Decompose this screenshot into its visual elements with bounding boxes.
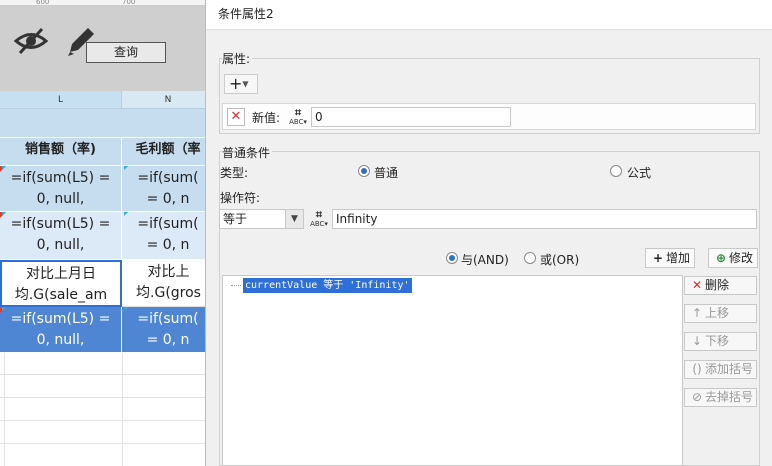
cell-text: =if(sum(L5) = 0, null,	[10, 170, 111, 207]
plus-icon: +	[229, 74, 243, 93]
spreadsheet-background: 600 700 查询 L N 销售额（率) 毛利额（率 =if(sum(L5) …	[0, 0, 215, 466]
column-header-n[interactable]: N	[122, 91, 215, 109]
move-up-label: 上移	[705, 306, 730, 320]
cell-selected[interactable]: 对比上月日 均.G(sale_am	[0, 260, 122, 307]
attribute-label: 属性:	[222, 50, 253, 67]
query-button[interactable]: 查询	[86, 42, 166, 63]
chevron-down-icon: ▼	[285, 210, 303, 228]
edit-icon: ⊕	[715, 251, 727, 265]
new-value-label: 新值:	[252, 111, 281, 125]
new-value-row: ✕ 新值: ⌗ ABC▾ 0	[222, 103, 756, 130]
move-down-button[interactable]: ↓ 下移	[684, 332, 757, 351]
delete-label: 删除	[705, 278, 730, 292]
type-formula-radio[interactable]	[610, 165, 622, 177]
add-bracket-button[interactable]: () 添加括号	[684, 360, 757, 379]
cell-header-sales[interactable]: 销售额（率)	[0, 138, 122, 166]
operator-value: 等于	[223, 212, 248, 226]
plus-icon: +	[652, 251, 664, 265]
remove-bracket-icon: ⊘	[691, 390, 703, 404]
cell-formula[interactable]: =if(sum(L5) = 0, null,	[0, 307, 122, 353]
add-label: 增加	[666, 251, 691, 265]
remove-attribute-icon[interactable]: ✕	[227, 108, 245, 126]
dialog-title: 条件属性2	[206, 0, 772, 30]
grid-row[interactable]	[0, 399, 215, 421]
grid-row[interactable]	[0, 422, 215, 444]
eye-hidden-icon[interactable]	[14, 26, 48, 56]
cell-formula[interactable]: =if(sum( = 0, n	[122, 166, 215, 212]
cell-text: 对比上 均.G(gros	[136, 264, 201, 301]
add-condition-button[interactable]: + 增加	[645, 248, 695, 268]
cell-text: =if(sum( = 0, n	[137, 216, 199, 253]
cell-text: =if(sum(L5) = 0, null,	[10, 216, 111, 253]
screen: { "sheet": { "ruler_marks": ["600", "700…	[0, 0, 772, 466]
normal-condition-label: 普通条件	[222, 144, 273, 161]
remove-bracket-label: 去掉括号	[705, 390, 754, 404]
logic-and-label: 与(AND)	[461, 253, 509, 267]
cell-formula[interactable]: 对比上 均.G(gros	[122, 260, 215, 307]
type-normal-radio[interactable]	[358, 165, 370, 177]
formula-edit-icon[interactable]: ⌗ ABC▾	[287, 107, 309, 127]
modify-label: 修改	[729, 251, 754, 265]
cell-formula[interactable]: =if(sum( = 0, n	[122, 212, 215, 260]
operator-select[interactable]: 等于 ▼	[219, 209, 304, 229]
column-header-l[interactable]: L	[0, 91, 122, 109]
grid-row[interactable]	[0, 353, 215, 375]
type-formula-label: 公式	[627, 166, 652, 180]
add-attribute-button[interactable]: +▼	[224, 74, 258, 94]
grid-row[interactable]	[0, 376, 215, 398]
add-bracket-label: 添加括号	[705, 362, 754, 376]
remove-bracket-button[interactable]: ⊘ 去掉括号	[684, 388, 757, 407]
arrow-down-icon: ↓	[691, 334, 703, 348]
cell-text: 对比上月日 均.G(sale_am	[14, 266, 108, 303]
arrow-up-icon: ↑	[691, 306, 703, 320]
delete-button[interactable]: ✕ 删除	[684, 276, 757, 295]
report-toolbar: 查询	[0, 6, 215, 91]
modify-condition-button[interactable]: ⊕ 修改	[708, 248, 758, 268]
move-down-label: 下移	[705, 334, 730, 348]
logic-and-radio[interactable]	[446, 252, 458, 264]
cell-formula[interactable]: =if(sum(L5) = 0, null,	[0, 166, 122, 212]
logic-or-label: 或(OR)	[540, 253, 580, 267]
condition-item[interactable]: currentValue 等于 'Infinity'	[243, 278, 412, 293]
cell-formula[interactable]: =if(sum(L5) = 0, null,	[0, 212, 122, 260]
dropdown-arrow-icon: ▼	[242, 79, 249, 89]
cell-header-margin[interactable]: 毛利额（率	[122, 138, 215, 166]
new-value-input[interactable]: 0	[311, 107, 511, 127]
condition-tree[interactable]: currentValue 等于 'Infinity'	[222, 275, 683, 466]
grid-line	[122, 353, 123, 466]
cell-text: =if(sum( = 0, n	[137, 311, 199, 348]
header-band	[0, 109, 215, 138]
logic-or-radio[interactable]	[524, 252, 536, 264]
close-icon: ✕	[691, 278, 703, 292]
cell-text: =if(sum(L5) = 0, null,	[10, 311, 111, 348]
type-normal-label: 普通	[374, 166, 399, 180]
type-label: 类型:	[220, 166, 249, 180]
bracket-icon: ()	[692, 362, 702, 376]
move-up-button[interactable]: ↑ 上移	[684, 304, 757, 323]
formula-edit-icon[interactable]: ⌗ ABC▾	[308, 209, 330, 229]
grid-row[interactable]	[0, 445, 215, 466]
cell-formula[interactable]: =if(sum( = 0, n	[122, 307, 215, 353]
cell-text: =if(sum( = 0, n	[137, 170, 199, 207]
tree-connector	[231, 285, 241, 286]
operator-label: 操作符:	[220, 191, 261, 205]
operand-input[interactable]: Infinity	[332, 209, 757, 229]
grid-line	[4, 353, 5, 466]
